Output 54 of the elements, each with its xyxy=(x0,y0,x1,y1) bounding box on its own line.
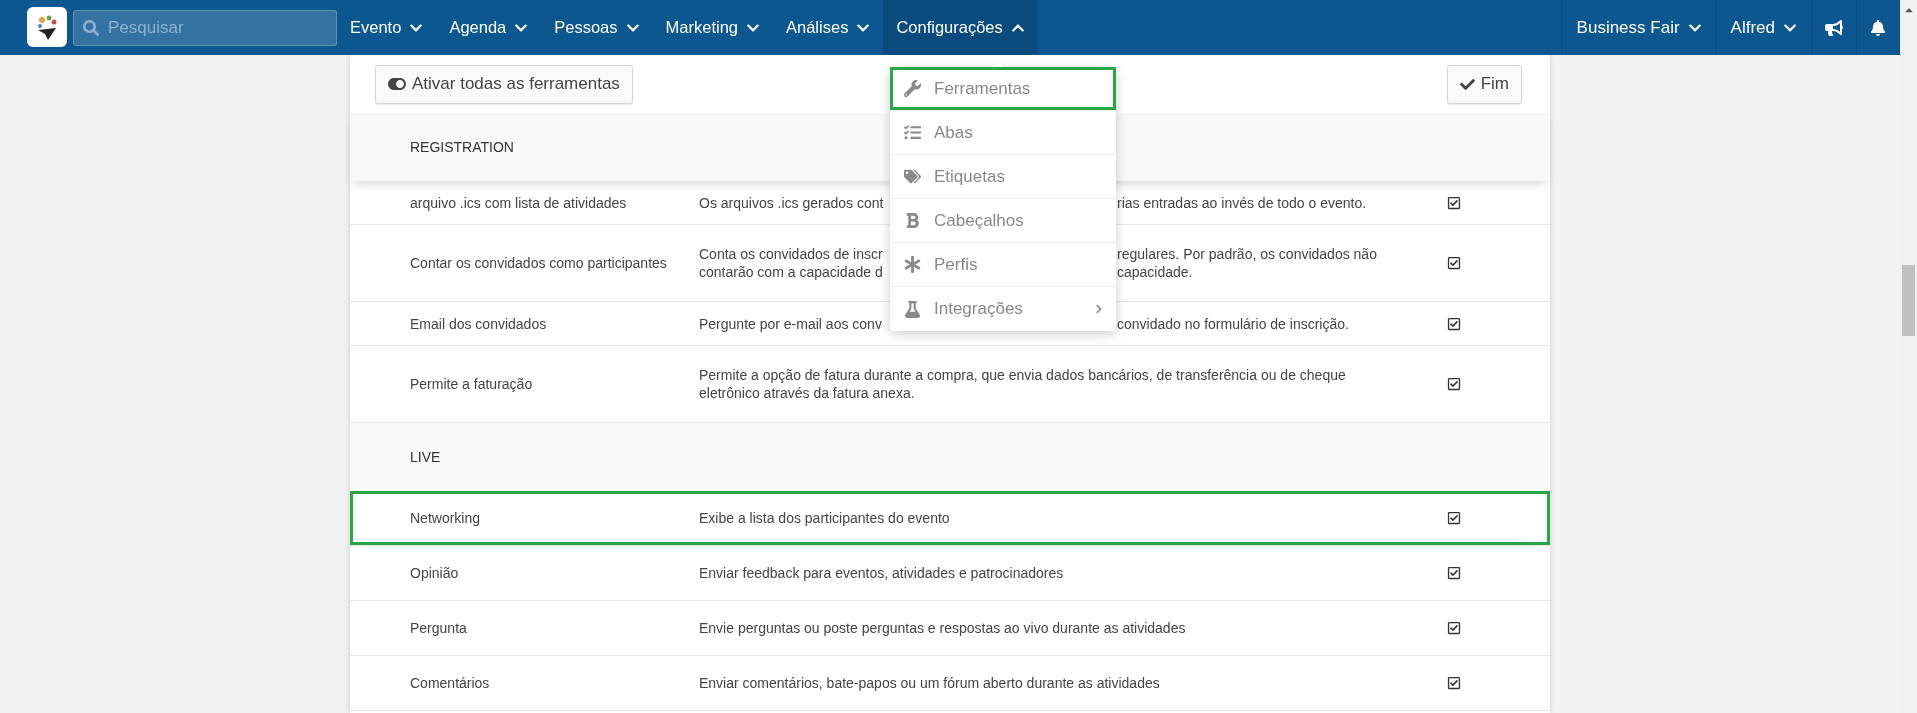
section-header: LIVE xyxy=(350,423,1550,491)
description-text: Pergunte por e-mail aos conv xyxy=(699,314,883,333)
check-icon xyxy=(1459,76,1475,92)
tool-name: Email dos convidados xyxy=(410,314,548,333)
checked-checkbox[interactable] xyxy=(1447,377,1461,391)
tool-name: Contar os convidados como participantes xyxy=(410,254,668,272)
checked-checkbox[interactable] xyxy=(1447,256,1461,270)
megaphone-icon[interactable] xyxy=(1825,18,1843,37)
description-text: regulares. Por padrão, os convidados não xyxy=(1117,245,1378,263)
logo-icon[interactable] xyxy=(27,7,67,47)
checked-checkbox[interactable] xyxy=(1447,195,1461,210)
checked-checkbox[interactable] xyxy=(1447,511,1461,525)
description-text: Envie perguntas ou poste perguntas e respostas ao vivo durante as atividades xyxy=(699,619,1187,637)
description-text: Os arquivos .ics gerados cont xyxy=(699,193,885,212)
checklist-icon xyxy=(902,124,922,141)
nav-menu-item[interactable]: Análises xyxy=(773,0,884,55)
description-text: Enviar feedback para eventos, atividades e patrocinadores xyxy=(699,564,1065,582)
description-text: Enviar comentários, bate-papos ou um fórum aberto durante as atividades xyxy=(699,674,1161,692)
flask-icon xyxy=(902,300,922,318)
bell-icon[interactable] xyxy=(1870,19,1886,36)
user-menu[interactable]: Alfred xyxy=(1715,0,1811,55)
tags-icon xyxy=(902,168,922,185)
asterisk-icon xyxy=(902,256,922,273)
nav-menu-item[interactable]: Agenda xyxy=(436,0,542,55)
tool-name: Networking xyxy=(410,509,482,527)
description-text: capacidade. xyxy=(1117,263,1194,281)
description-text: Exibe a lista dos participantes do evento xyxy=(699,509,951,527)
description-text: contarão com a capacidade d xyxy=(699,263,884,281)
description-text: rias entradas ao invés de todo o evento. xyxy=(1117,193,1368,212)
nav-menu-item[interactable]: Evento xyxy=(337,0,437,55)
checked-checkbox[interactable] xyxy=(1447,676,1461,690)
description-text: Permite a opção de fatura durante a compra, que envia dados bancários, de transferência ou de cheque eletrônico através da fatura anexa. xyxy=(699,366,1347,402)
scrollbar-thumb[interactable] xyxy=(1902,265,1915,336)
tool-name: Opinião xyxy=(410,564,460,582)
description-text: Conta os convidados de inscr xyxy=(699,245,884,263)
toggle-all-button[interactable]: Ativar todas as ferramentas xyxy=(375,64,633,104)
nav-menu-item[interactable]: Pessoas xyxy=(541,0,653,55)
nav-menu-item[interactable]: Configurações xyxy=(883,0,1038,55)
checked-checkbox[interactable] xyxy=(1447,316,1461,331)
tool-name: arquivo .ics com lista de atividades xyxy=(410,193,628,212)
toggle-icon xyxy=(388,75,406,93)
nav-menu-item[interactable]: Marketing xyxy=(652,0,773,55)
tool-name: Pergunta xyxy=(410,619,468,637)
search-icon xyxy=(83,20,99,36)
checked-checkbox[interactable] xyxy=(1447,621,1461,635)
wrench-icon xyxy=(902,80,922,97)
chevron-right-icon xyxy=(1094,304,1104,314)
done-button[interactable]: Fim xyxy=(1446,64,1522,104)
tool-name: Comentários xyxy=(410,674,491,692)
dropdown-item[interactable]: Integrações xyxy=(890,287,1116,331)
tool-name: Permite a faturação xyxy=(410,375,534,393)
description-text: convidado no formulário de inscrição. xyxy=(1117,314,1350,333)
event-selector[interactable]: Business Fair xyxy=(1561,0,1716,55)
checked-checkbox[interactable] xyxy=(1447,566,1461,580)
